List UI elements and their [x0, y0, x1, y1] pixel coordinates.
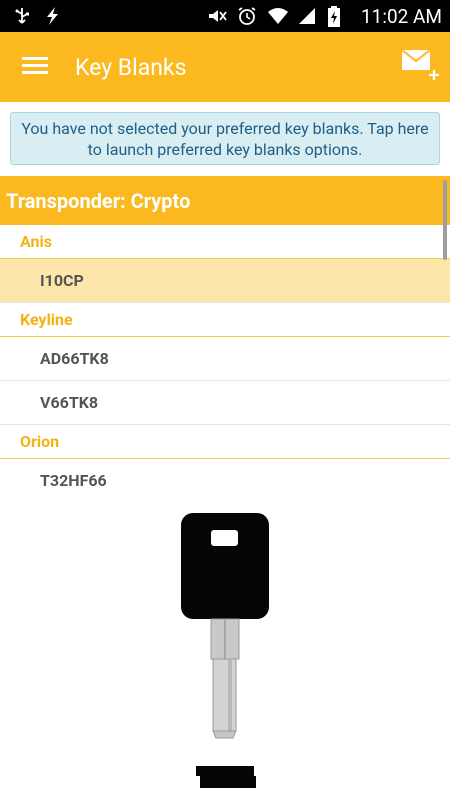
list-item-v66tk8[interactable]: V66TK8 [0, 381, 450, 425]
compose-mail-icon [400, 48, 440, 86]
list-item-t32hf66[interactable]: T32HF66 [0, 459, 450, 500]
preferred-blanks-notice[interactable]: You have not selected your preferred key… [10, 112, 440, 165]
list-item-i10cp[interactable]: I10CP [0, 259, 450, 303]
status-bar-right: 11:02 AM [207, 5, 442, 28]
signal-icon [297, 6, 317, 26]
group-header-anis: Anis [0, 225, 450, 259]
compose-mail-button[interactable] [390, 32, 450, 102]
usb-icon [12, 6, 32, 26]
mute-icon [207, 6, 227, 26]
flash-icon [42, 6, 62, 26]
key-blank-list: Transponder: Crypto Anis I10CP Keyline A… [0, 176, 450, 500]
menu-button[interactable] [0, 32, 70, 102]
group-header-orion: Orion [0, 425, 450, 459]
list-item-ad66tk8[interactable]: AD66TK8 [0, 337, 450, 381]
key-blank-image [0, 500, 450, 800]
battery-charging-icon [327, 6, 347, 27]
status-bar-left [12, 6, 62, 26]
page-title: Key Blanks [75, 53, 187, 81]
alarm-icon [237, 6, 257, 26]
wifi-icon [267, 6, 288, 26]
list-scrollbar[interactable] [443, 180, 447, 260]
app-bar: Key Blanks [0, 32, 450, 102]
hamburger-menu-icon [22, 55, 48, 79]
group-header-keyline: Keyline [0, 303, 450, 337]
section-header: Transponder: Crypto [0, 176, 450, 225]
status-bar: 11:02 AM [0, 0, 450, 32]
status-time: 11:02 AM [360, 4, 442, 28]
